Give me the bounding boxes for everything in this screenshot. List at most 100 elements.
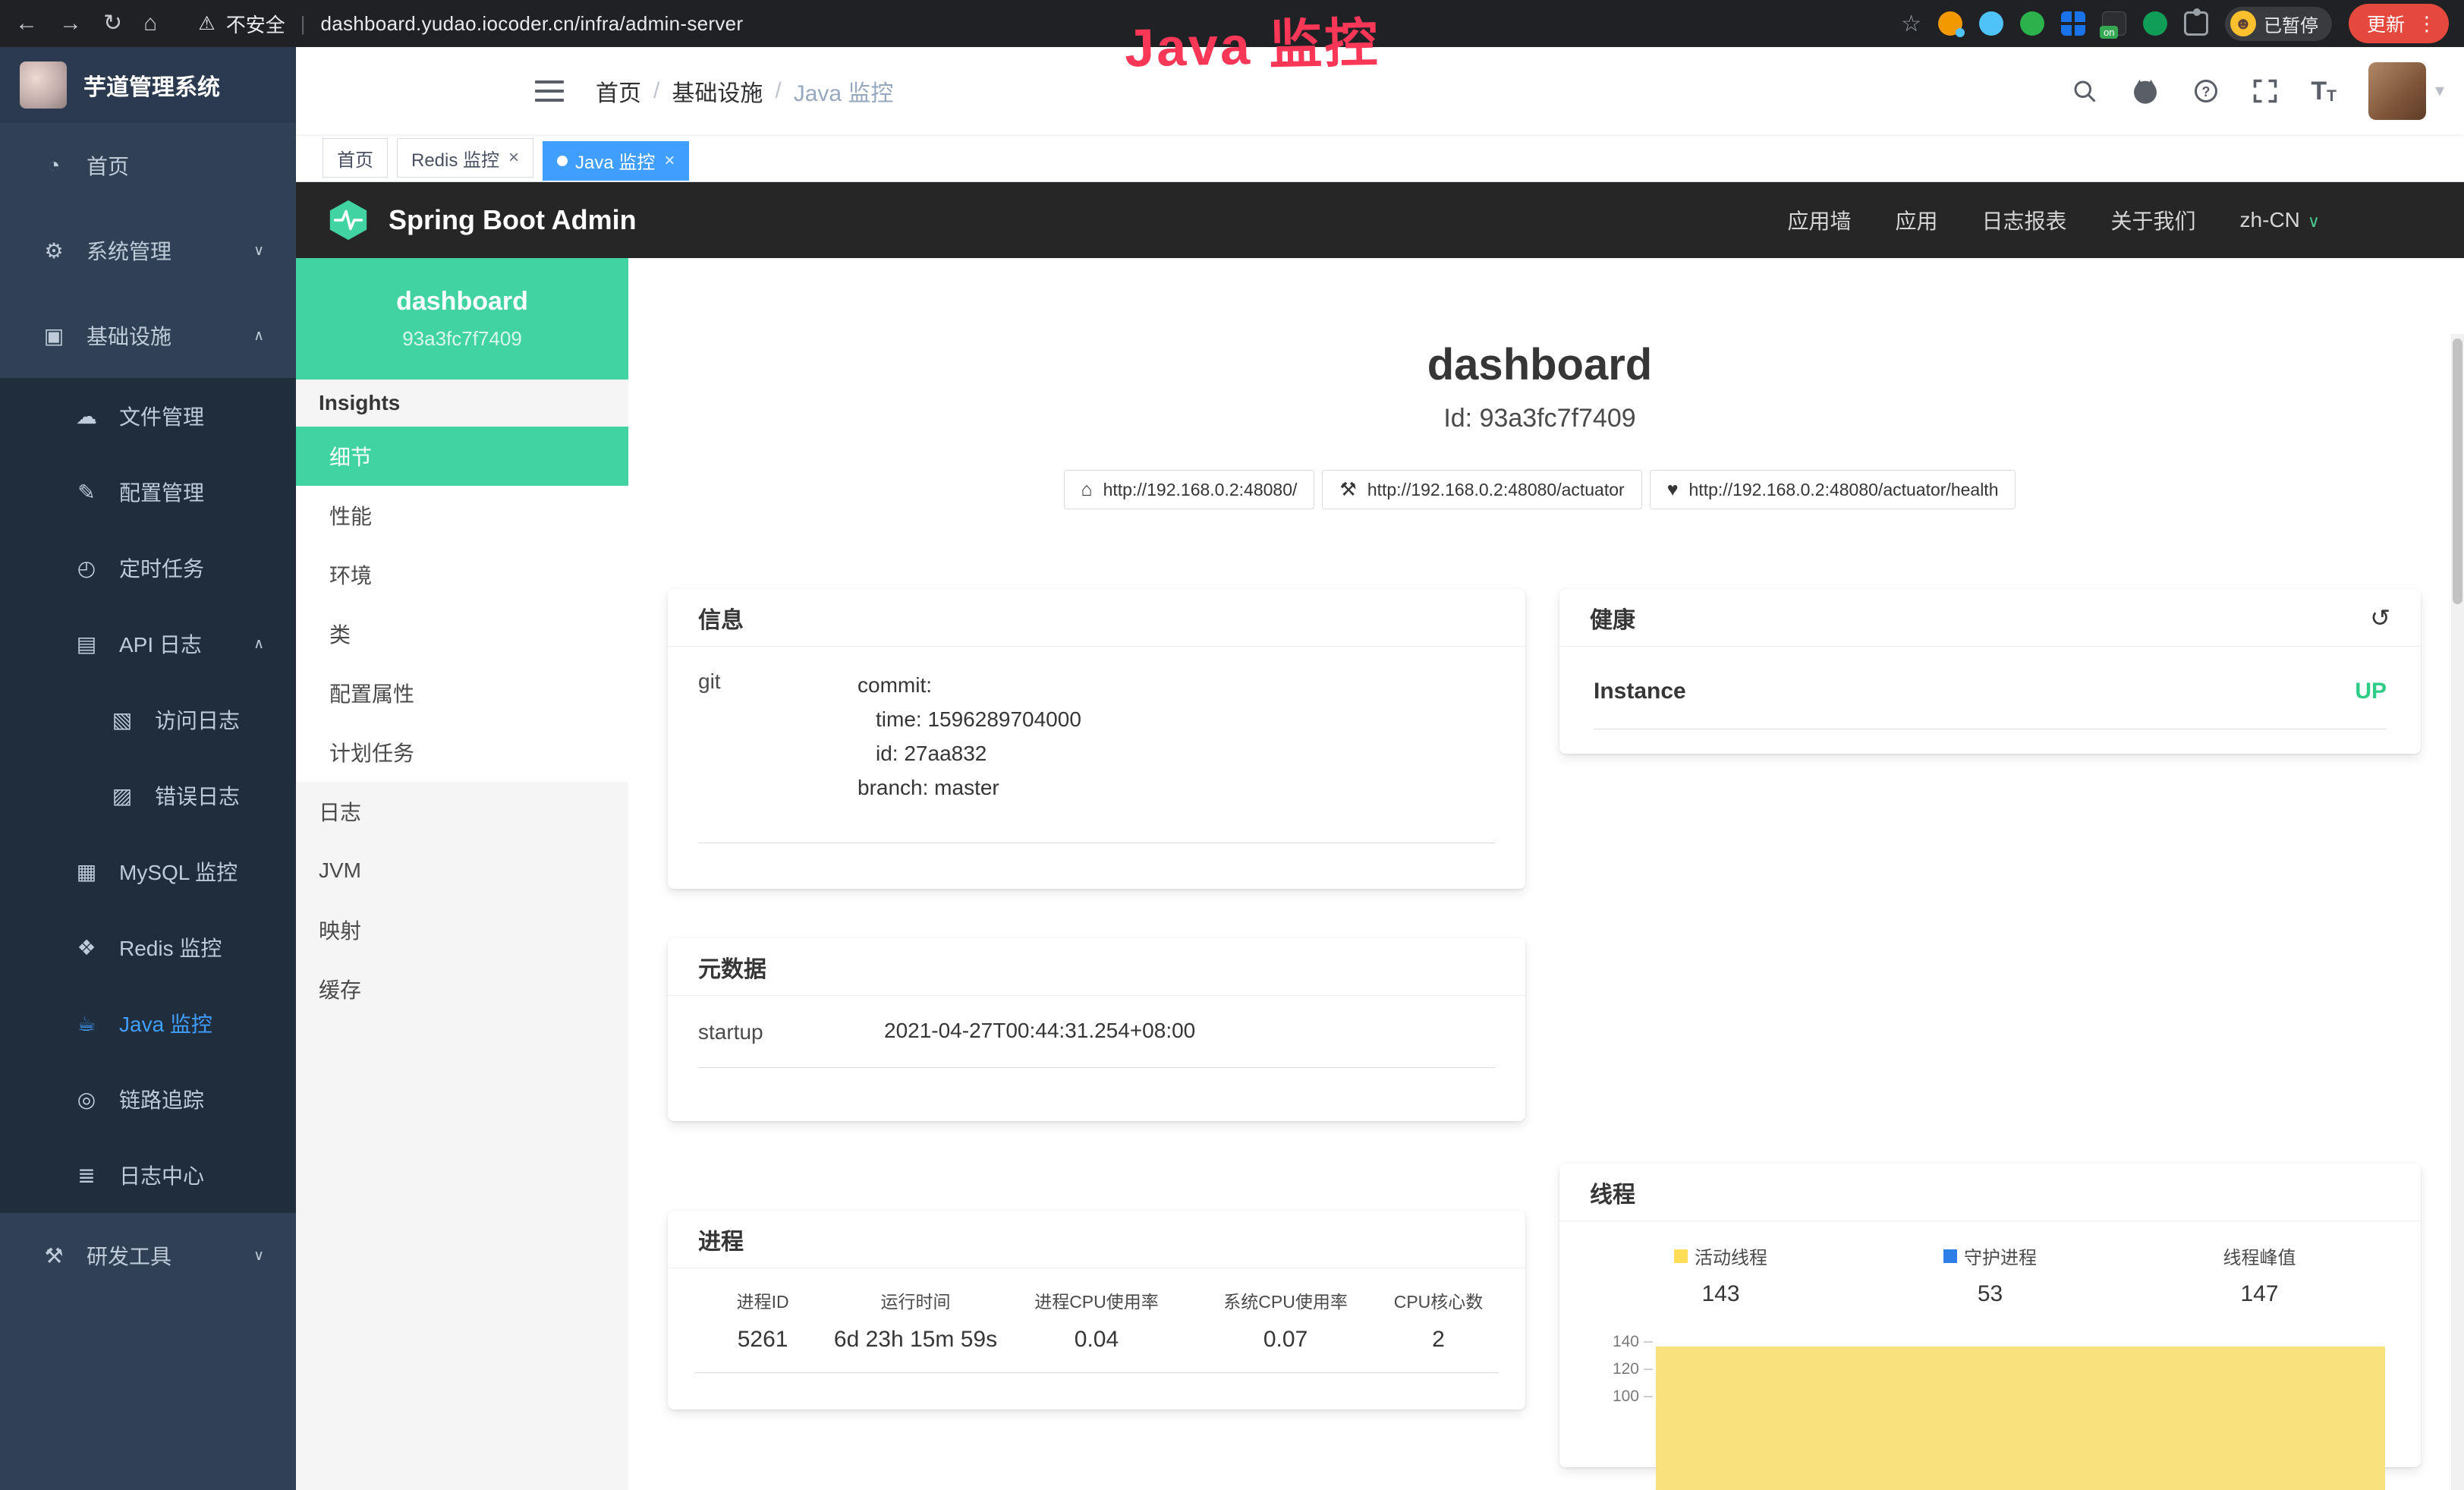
- sba-menu-item-JVM[interactable]: JVM: [296, 841, 628, 900]
- forward-icon[interactable]: →: [59, 12, 82, 35]
- sidebar-item-access-log[interactable]: ▧访问日志: [0, 682, 296, 758]
- endpoint-link[interactable]: ⌂http://192.168.0.2:48080/: [1064, 470, 1315, 509]
- profile-avatar-icon: ☻: [2230, 11, 2256, 36]
- app-logo-row[interactable]: 芋道管理系统: [0, 47, 296, 123]
- info-line: branch: master: [858, 770, 1495, 805]
- update-button[interactable]: 更新 ⋮: [2349, 4, 2449, 43]
- sidebar-item-infra[interactable]: ▣基础设施∧: [0, 293, 296, 378]
- info-line: commit:: [858, 668, 1495, 702]
- endpoint-link[interactable]: ⚒http://192.168.0.2:48080/actuator: [1322, 470, 1641, 509]
- timer-icon: ◴: [72, 556, 101, 581]
- sidebar-item-devtools[interactable]: ⚒研发工具∨: [0, 1213, 296, 1298]
- sidebar-item-redis[interactable]: ❖Redis 监控: [0, 909, 296, 985]
- sba-brand[interactable]: Spring Boot Admin: [326, 198, 637, 242]
- extension-icon-6[interactable]: [2143, 11, 2167, 36]
- health-row[interactable]: Instance UP: [1594, 679, 2387, 729]
- sba-nav-link-应用墙[interactable]: 应用墙: [1787, 205, 1851, 235]
- tab-首页[interactable]: 首页: [323, 138, 388, 178]
- menu-kebab-icon[interactable]: ⋮: [2417, 12, 2437, 36]
- legend-item[interactable]: 活动线程143: [1586, 1243, 1855, 1307]
- sidebar-item-file[interactable]: ☁文件管理: [0, 378, 296, 454]
- back-icon[interactable]: ←: [15, 12, 38, 35]
- sba-nav-link-日志报表[interactable]: 日志报表: [1982, 205, 2067, 235]
- sba-body: dashboard 93a3fc7f7409 Insights 细节性能环境类配…: [296, 258, 2464, 1490]
- sidebar-item-system[interactable]: ⚙系统管理∨: [0, 208, 296, 293]
- github-icon[interactable]: [2130, 76, 2160, 106]
- extension-icon-1[interactable]: [1938, 11, 1962, 36]
- extensions-puzzle-icon[interactable]: [2184, 11, 2208, 36]
- search-icon[interactable]: [2071, 77, 2098, 105]
- profile-status-label: 已暂停: [2264, 11, 2318, 37]
- process-value: 6d 23h 15m 59s: [831, 1316, 1000, 1373]
- sidebar-item-config[interactable]: ✎配置管理: [0, 454, 296, 530]
- legend-value: 147: [2125, 1281, 2394, 1307]
- sba-menu-item-映射[interactable]: 映射: [296, 900, 628, 959]
- sba-menu-item-环境[interactable]: 环境: [296, 545, 628, 604]
- tab-Java 监控[interactable]: Java 监控 ×: [543, 141, 689, 181]
- sba-nav-link-应用[interactable]: 应用: [1896, 205, 1938, 235]
- sba-menu-item-性能[interactable]: 性能: [296, 486, 628, 545]
- sidebar-item-label: 日志中心: [119, 1160, 204, 1190]
- hamburger-icon[interactable]: [535, 80, 564, 102]
- sba-nav-link-关于我们[interactable]: 关于我们: [2111, 205, 2196, 235]
- security-label: 不安全: [226, 10, 285, 38]
- sidebar-item-job[interactable]: ◴定时任务: [0, 530, 296, 606]
- history-icon[interactable]: ↺: [2370, 603, 2390, 632]
- avatar-caret-icon: ▾: [2435, 80, 2444, 102]
- extension-grid-icon[interactable]: [2061, 11, 2085, 36]
- scrollbar-thumb[interactable]: [2453, 339, 2462, 604]
- browser-home-icon[interactable]: ⌂: [143, 12, 157, 35]
- sba-menu-item-日志[interactable]: 日志: [296, 782, 628, 841]
- tab-Redis 监控[interactable]: Redis 监控 ×: [397, 138, 533, 178]
- tab-label: Java 监控: [575, 147, 655, 174]
- close-tab-icon[interactable]: ×: [664, 150, 675, 172]
- close-tab-icon[interactable]: ×: [508, 147, 519, 169]
- spring-boot-admin: Spring Boot Admin 应用墙 应用 日志报表 关于我们 zh-CN∨ da…: [296, 182, 2464, 1490]
- sba-instance-header[interactable]: dashboard 93a3fc7f7409: [296, 258, 628, 380]
- sidebar-item-log-center[interactable]: ≣日志中心: [0, 1137, 296, 1213]
- sba-menu-item-计划任务[interactable]: 计划任务: [296, 723, 628, 782]
- sidebar-item-java[interactable]: ☕Java 监控: [0, 985, 296, 1061]
- url-text[interactable]: dashboard.yudao.iocoder.cn/infra/admin-s…: [320, 12, 743, 36]
- sidebar-item-api-log[interactable]: ▤API 日志∧: [0, 606, 296, 682]
- security-warning-icon[interactable]: ⚠: [198, 12, 215, 35]
- bookmark-star-icon[interactable]: ☆: [1901, 11, 1921, 37]
- fullscreen-icon[interactable]: [2252, 77, 2279, 105]
- legend-item[interactable]: 守护进程53: [1855, 1243, 2125, 1307]
- scrollbar[interactable]: [2451, 334, 2464, 1490]
- sba-title: Spring Boot Admin: [389, 204, 637, 236]
- sba-menu-item-配置属性[interactable]: 配置属性: [296, 663, 628, 723]
- instance-title: dashboard: [628, 343, 2451, 387]
- font-size-icon[interactable]: TT: [2311, 78, 2337, 104]
- sba-menu-item-细节[interactable]: 细节: [296, 427, 628, 486]
- breadcrumb: 首页/基础设施/Java 监控: [596, 74, 893, 108]
- sidebar-item-trace[interactable]: ◎链路追踪: [0, 1061, 296, 1137]
- breadcrumb-item[interactable]: 基础设施: [672, 74, 763, 108]
- profile-chip[interactable]: ☻ 已暂停: [2225, 7, 2332, 41]
- address-bar[interactable]: ⚠ 不安全 | dashboard.yudao.iocoder.cn/infra…: [198, 10, 743, 38]
- endpoint-link[interactable]: ♥http://192.168.0.2:48080/actuator/healt…: [1650, 470, 2016, 509]
- sidebar-item-label: Java 监控: [119, 1008, 212, 1038]
- tab-label: Redis 监控: [411, 145, 499, 172]
- extension-icon-3[interactable]: [2020, 11, 2044, 36]
- sidebar-item-mysql[interactable]: ▦MySQL 监控: [0, 833, 296, 909]
- extension-on-icon[interactable]: on: [2102, 11, 2126, 36]
- user-avatar[interactable]: ▾: [2368, 62, 2444, 120]
- sidebar-item-error-log[interactable]: ▨错误日志: [0, 758, 296, 833]
- gear-icon: ⚙: [39, 238, 68, 263]
- reload-icon[interactable]: ↻: [103, 12, 122, 35]
- breadcrumb-separator: /: [775, 78, 781, 104]
- legend-item[interactable]: 线程峰值147: [2125, 1243, 2394, 1307]
- sba-locale-select[interactable]: zh-CN∨: [2240, 208, 2320, 232]
- help-icon[interactable]: ?: [2192, 77, 2220, 105]
- cards-right-column: 健康 ↺ Instance UP: [1559, 589, 2421, 1467]
- process-value: 5261: [694, 1316, 831, 1373]
- sidebar-item-home[interactable]: ◔首页: [0, 123, 296, 208]
- trace-icon: ◎: [72, 1087, 101, 1112]
- sba-menu-item-类[interactable]: 类: [296, 604, 628, 663]
- breadcrumb-item[interactable]: 首页: [596, 74, 641, 108]
- extension-icon-2[interactable]: [1979, 11, 2003, 36]
- sba-instance-name: dashboard: [396, 287, 528, 317]
- legend-swatch: [1943, 1249, 1957, 1263]
- sba-menu-item-缓存[interactable]: 缓存: [296, 959, 628, 1019]
